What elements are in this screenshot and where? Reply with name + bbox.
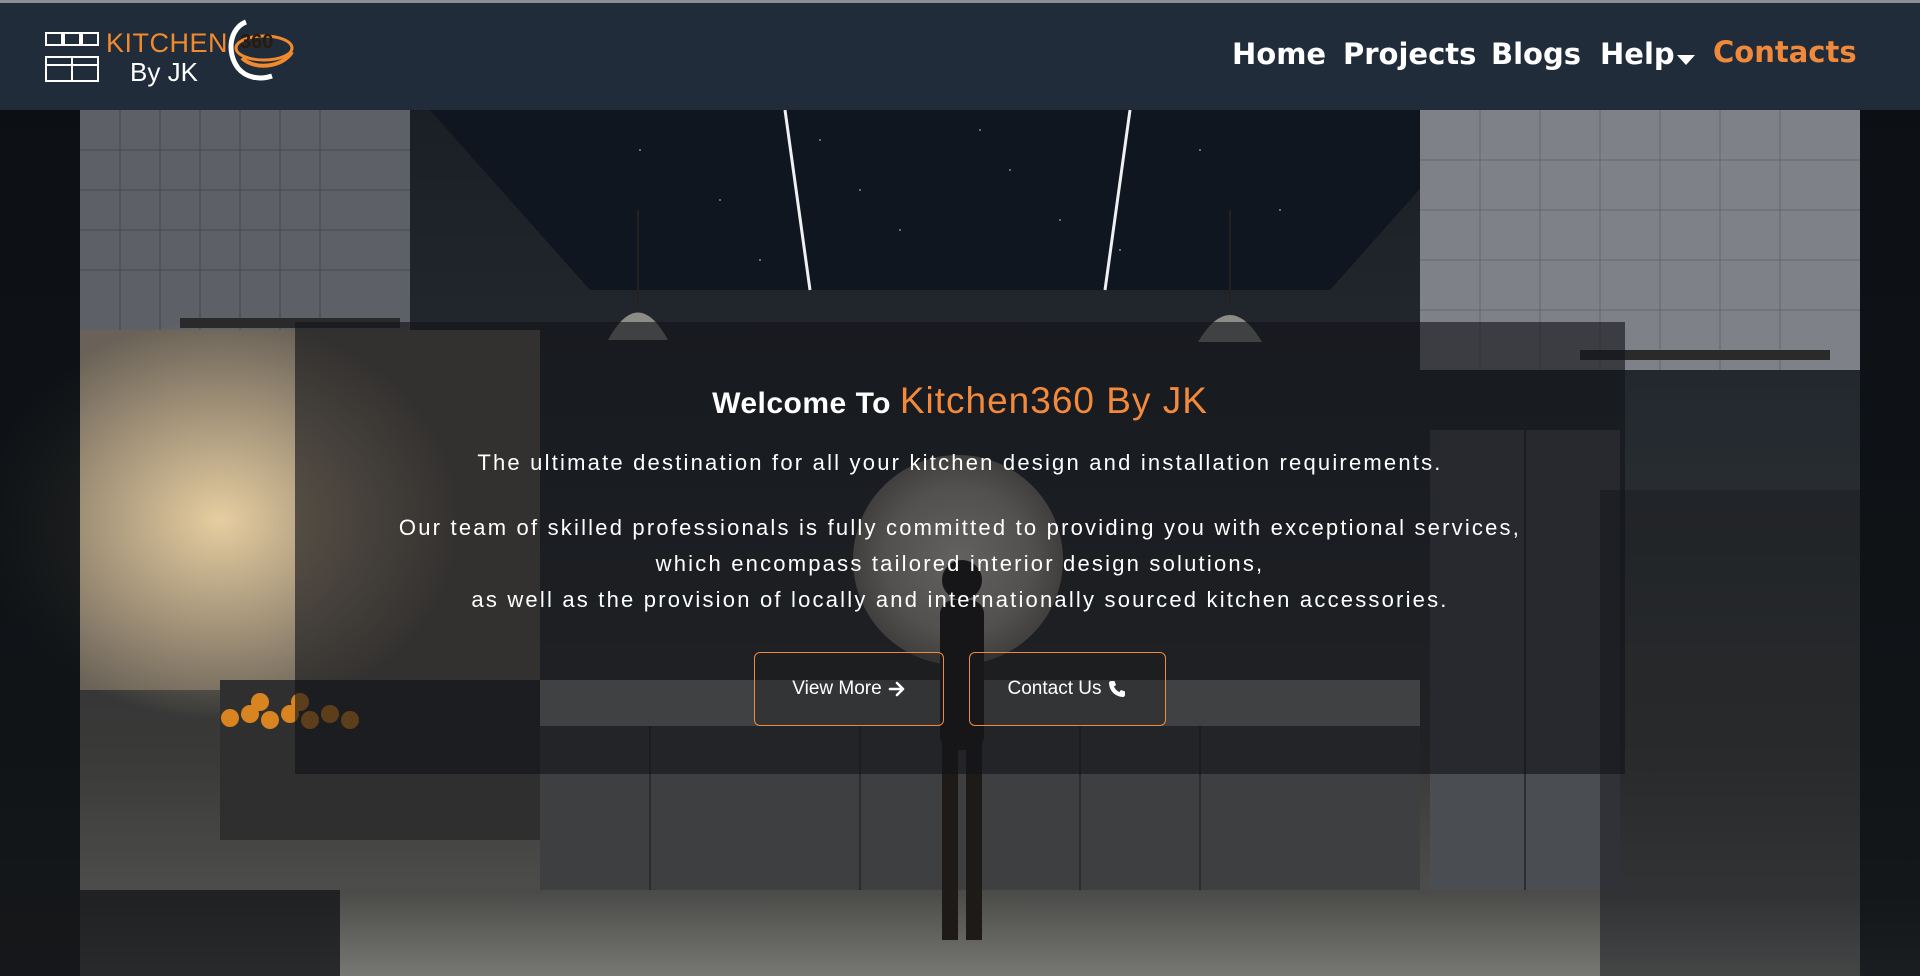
contact-us-button[interactable]: Contact Us bbox=[969, 652, 1166, 726]
nav-home[interactable]: Home bbox=[1232, 37, 1326, 71]
contact-us-label: Contact Us bbox=[1007, 678, 1102, 699]
main-nav: Home Projects Blogs Help Contacts bbox=[0, 3, 1920, 110]
welcome-lead: The ultimate destination for all your ki… bbox=[477, 450, 1443, 475]
welcome-paragraph: Our team of skilled professionals is ful… bbox=[295, 510, 1625, 618]
paragraph-line: Our team of skilled professionals is ful… bbox=[398, 515, 1522, 540]
caret-down-icon bbox=[1676, 54, 1695, 65]
nav-contacts[interactable]: Contacts bbox=[1713, 35, 1857, 69]
view-more-button[interactable]: View More bbox=[754, 652, 944, 726]
navbar: KITCHEN By JK 360 Home Projects Blogs He… bbox=[0, 3, 1920, 110]
paragraph-line: as well as the provision of locally and … bbox=[471, 587, 1449, 612]
welcome-brand: Kitchen360 By JK bbox=[899, 380, 1208, 421]
paragraph-line: which encompass tailored interior design… bbox=[655, 551, 1265, 576]
arrow-right-icon bbox=[888, 681, 905, 697]
nav-help-label: Help bbox=[1600, 37, 1675, 71]
nav-blogs[interactable]: Blogs bbox=[1491, 37, 1581, 71]
nav-help[interactable]: Help bbox=[1600, 37, 1695, 71]
view-more-label: View More bbox=[792, 678, 882, 699]
welcome-prefix: Welcome To bbox=[712, 387, 891, 420]
phone-icon bbox=[1109, 681, 1126, 697]
welcome-heading: Welcome To Kitchen360 By JK bbox=[295, 380, 1625, 422]
welcome-panel: Welcome To Kitchen360 By JK The ultimate… bbox=[295, 322, 1625, 774]
hero-section: Welcome To Kitchen360 By JK The ultimate… bbox=[0, 110, 1920, 976]
nav-projects[interactable]: Projects bbox=[1343, 37, 1476, 71]
